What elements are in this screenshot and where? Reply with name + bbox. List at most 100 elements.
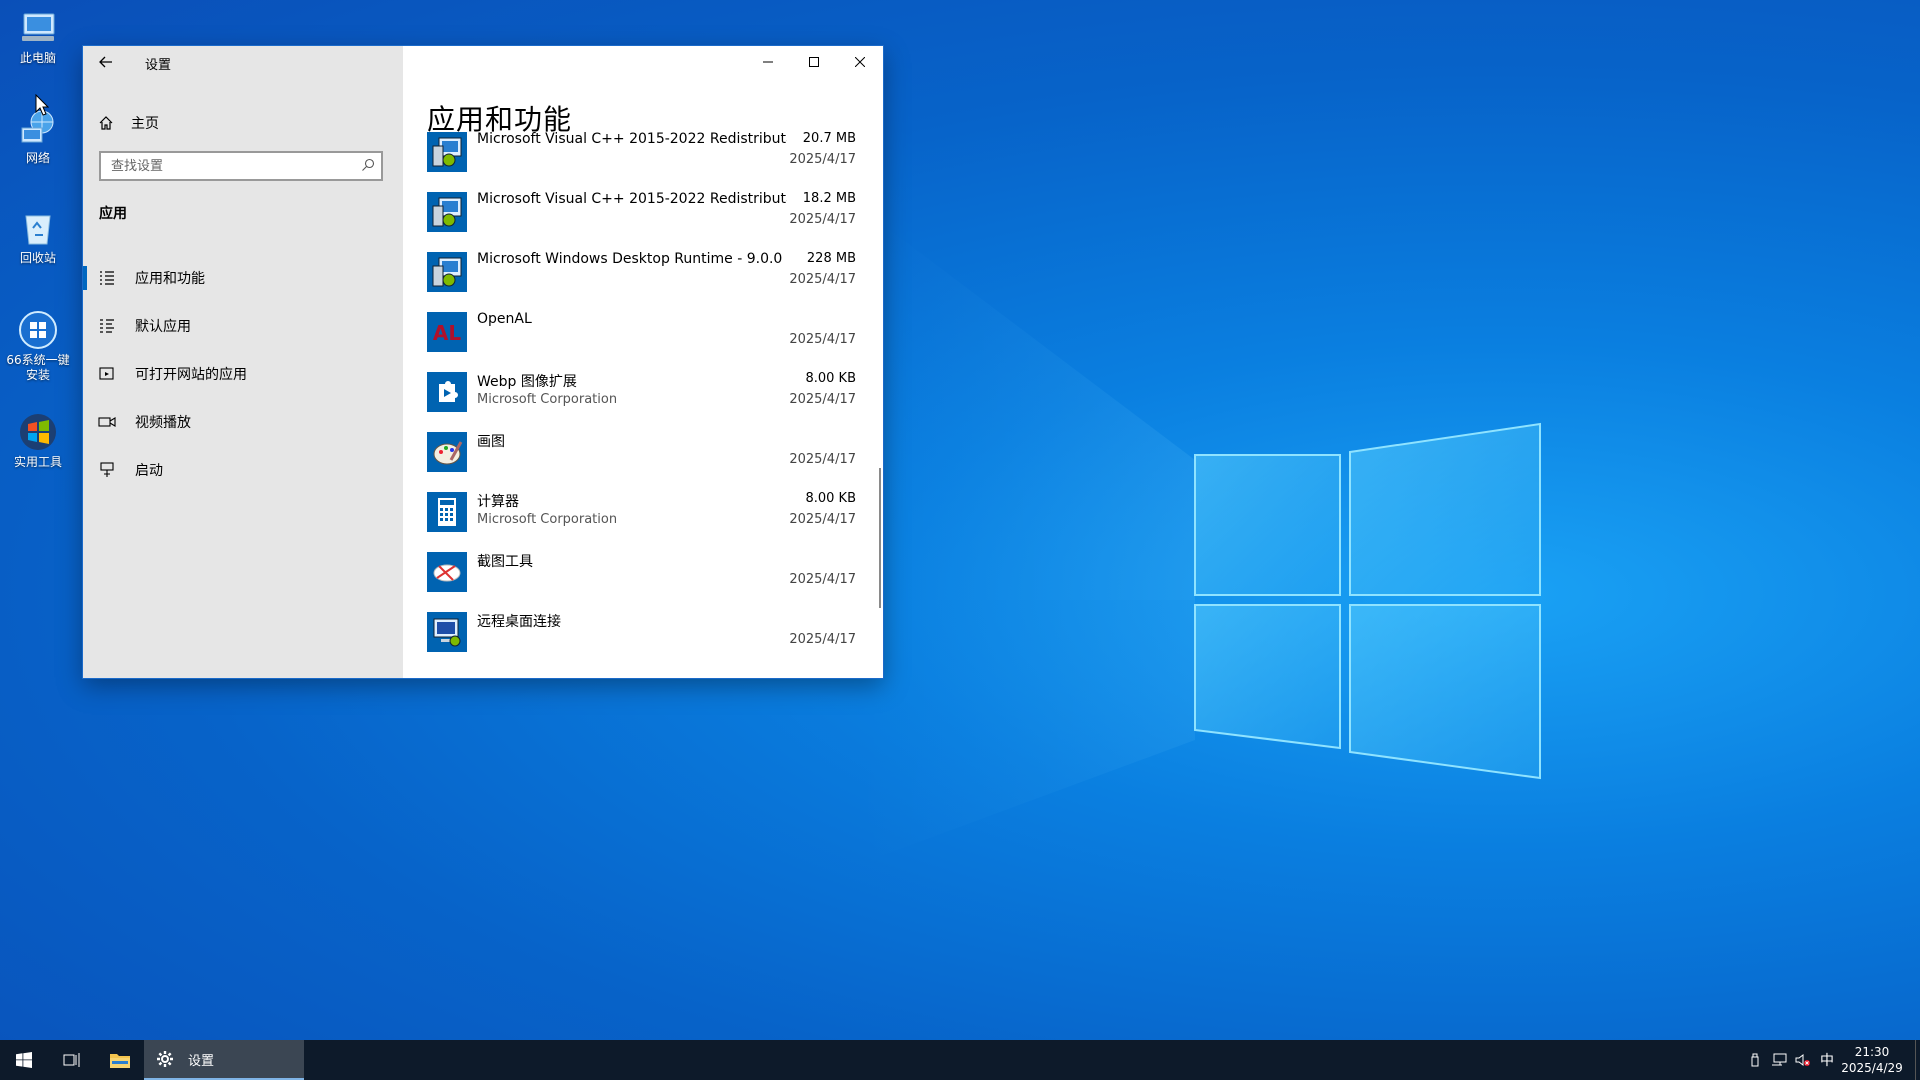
desktop-icon-66-install[interactable]: 66系统一键安装 <box>4 310 72 383</box>
show-desktop-button[interactable] <box>1915 1040 1920 1080</box>
nav-item-apps-features[interactable]: 应用和功能 <box>83 254 403 302</box>
app-row[interactable]: 远程桌面连接 2025/4/17 <box>427 598 857 658</box>
app-row[interactable]: Microsoft Windows Desktop Runtime - 9.0.… <box>427 238 857 298</box>
mouse-cursor-icon <box>35 94 49 116</box>
settings-window: 设置 主页 应用 应用和功能 默认应用 <box>83 46 883 678</box>
nav-item-startup[interactable]: 启动 <box>83 446 403 494</box>
webp-extension-icon <box>427 372 467 412</box>
windows-logo-icon <box>18 412 58 452</box>
back-arrow-icon <box>99 56 112 68</box>
app-date: 2025/4/17 <box>789 152 856 167</box>
nav-label: 默认应用 <box>135 319 191 335</box>
app-date: 2025/4/17 <box>789 392 856 407</box>
this-pc-icon <box>18 8 58 48</box>
app-size: 18.2 MB <box>802 191 856 206</box>
recycle-bin-icon <box>18 208 58 248</box>
network-tray-icon <box>1772 1053 1787 1066</box>
minimize-button[interactable] <box>745 46 791 78</box>
app-name: 截图工具 <box>477 554 533 570</box>
desktop-icon-label: 实用工具 <box>13 455 62 469</box>
folder-icon <box>110 1054 130 1068</box>
installer-icon <box>427 132 467 172</box>
clock-time: 21:30 <box>1854 1045 1890 1059</box>
home-link[interactable]: 主页 <box>97 108 159 138</box>
windows-start-icon <box>16 1052 32 1068</box>
gear-icon <box>156 1050 178 1068</box>
app-row[interactable]: Microsoft Visual C++ 2015-2022 Redistrib… <box>427 178 857 238</box>
desktop-icon-recycle-bin[interactable]: 回收站 <box>4 208 72 266</box>
nav-item-video-playback[interactable]: 视频播放 <box>83 398 403 446</box>
task-view-button[interactable] <box>48 1040 96 1080</box>
desktop-icon-label: 网络 <box>25 151 50 165</box>
app-name: 画图 <box>477 434 505 450</box>
app-publisher: Microsoft Corporation <box>477 512 618 527</box>
nav-item-open-websites[interactable]: 可打开网站的应用 <box>83 350 403 398</box>
paint-icon <box>427 432 467 472</box>
taskbar-settings-app[interactable]: 设置 <box>144 1040 304 1080</box>
app-name: Microsoft Windows Desktop Runtime - 9.0.… <box>477 251 787 267</box>
app-date: 2025/4/17 <box>789 332 856 347</box>
search-icon[interactable] <box>361 158 375 172</box>
network-tray-button[interactable] <box>1767 1040 1791 1080</box>
installer-icon <box>427 192 467 232</box>
caption-buttons <box>745 46 883 78</box>
back-button[interactable] <box>83 46 129 78</box>
installer-icon <box>427 252 467 292</box>
app-date: 2025/4/17 <box>789 572 856 587</box>
nav-item-default-apps[interactable]: 默认应用 <box>83 302 403 350</box>
volume-button[interactable] <box>1791 1040 1815 1080</box>
default-apps-icon <box>97 319 117 333</box>
app-date: 2025/4/17 <box>789 632 856 647</box>
calculator-icon <box>427 492 467 532</box>
app-row[interactable]: 截图工具 2025/4/17 <box>427 538 857 598</box>
app-row[interactable]: 计算器 Microsoft Corporation 8.00 KB 2025/4… <box>427 478 857 538</box>
settings-main: 应用和功能 Microsoft Visual C++ 2015-2022 Red… <box>403 46 883 678</box>
file-explorer-button[interactable] <box>96 1040 144 1080</box>
home-label: 主页 <box>131 116 159 132</box>
desktop-icon-utilities[interactable]: 实用工具 <box>4 412 72 470</box>
nav-label: 应用和功能 <box>135 271 205 287</box>
list-scrollbar[interactable] <box>879 468 881 608</box>
windows-install-icon <box>18 310 58 350</box>
maximize-icon <box>809 57 819 67</box>
openal-icon: AL <box>427 312 467 352</box>
settings-nav: 应用和功能 默认应用 可打开网站的应用 视频播放 启动 <box>83 254 403 494</box>
taskbar: 设置 中 21:30 2025/4/29 <box>0 1040 1920 1080</box>
settings-sidebar: 设置 主页 应用 应用和功能 默认应用 <box>83 46 403 678</box>
app-date: 2025/4/17 <box>789 512 856 527</box>
video-icon <box>97 416 117 428</box>
app-size: 8.00 KB <box>805 371 856 386</box>
desktop-icon-label: 回收站 <box>19 251 56 265</box>
close-button[interactable] <box>837 46 883 78</box>
nav-label: 视频播放 <box>135 415 191 431</box>
window-title: 设置 <box>145 58 172 73</box>
start-button[interactable] <box>0 1040 48 1080</box>
app-name: Microsoft Visual C++ 2015-2022 Redistrib… <box>477 191 787 207</box>
app-name: Webp 图像扩展 <box>477 374 577 390</box>
section-heading: 应用 <box>99 206 127 222</box>
app-row[interactable]: Microsoft Visual C++ 2015-2022 Redistrib… <box>427 118 857 178</box>
usb-icon <box>1751 1053 1759 1067</box>
app-size: 20.7 MB <box>802 131 856 146</box>
task-view-icon <box>63 1053 80 1067</box>
clock[interactable]: 21:30 2025/4/29 <box>1839 1044 1905 1076</box>
search-input[interactable] <box>101 153 361 179</box>
ime-indicator[interactable]: 中 <box>1815 1040 1839 1080</box>
app-size: 8.00 KB <box>805 491 856 506</box>
app-name: Microsoft Visual C++ 2015-2022 Redistrib… <box>477 131 787 147</box>
maximize-button[interactable] <box>791 46 837 78</box>
app-row[interactable]: 画图 2025/4/17 <box>427 418 857 478</box>
app-row[interactable]: AL OpenAL 2025/4/17 <box>427 298 857 358</box>
usb-device-button[interactable] <box>1743 1040 1767 1080</box>
desktop-icon-label: 此电脑 <box>19 51 56 65</box>
desktop-icon-this-pc[interactable]: 此电脑 <box>4 8 72 66</box>
home-icon <box>97 115 115 131</box>
app-name: 计算器 <box>477 494 519 510</box>
apps-list: Microsoft Visual C++ 2015-2022 Redistrib… <box>427 131 857 658</box>
app-size: 228 MB <box>806 251 856 266</box>
search-box[interactable] <box>99 151 383 181</box>
app-row[interactable]: Webp 图像扩展 Microsoft Corporation 8.00 KB … <box>427 358 857 418</box>
app-publisher: Microsoft Corporation <box>477 392 618 407</box>
app-date: 2025/4/17 <box>789 212 856 227</box>
desktop-icon-network[interactable]: 网络 <box>4 108 72 166</box>
